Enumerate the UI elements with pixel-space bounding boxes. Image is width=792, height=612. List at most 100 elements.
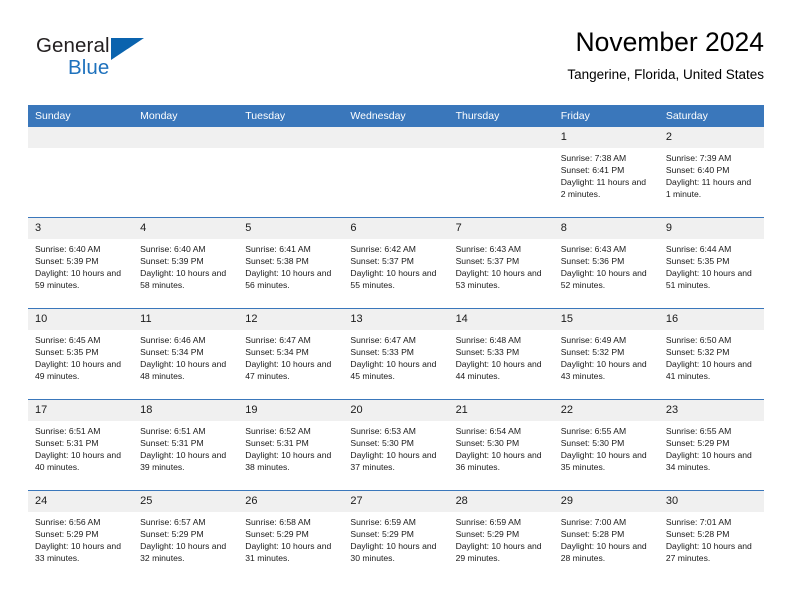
- day-number: [28, 127, 134, 148]
- day-number: 2: [658, 127, 764, 148]
- general-blue-logo[interactable]: General Blue: [36, 34, 216, 86]
- day-details: Sunrise: 6:59 AM Sunset: 5:29 PM Daylight:…: [343, 512, 448, 564]
- day-details: Sunrise: 6:56 AM Sunset: 5:29 PM Daylight:…: [28, 512, 133, 564]
- day-number: 17: [28, 400, 134, 421]
- sunset-text: Sunset: 5:30 PM: [455, 438, 520, 449]
- sunrise-text: Sunrise: 6:56 AM: [35, 517, 101, 527]
- calendar-day-cell[interactable]: 8 Sunrise: 6:43 AM Sunset: 5:36 PM Daylight…: [553, 217, 659, 309]
- sunrise-text: Sunrise: 6:58 AM: [245, 517, 311, 527]
- calendar-day-cell[interactable]: 17 Sunrise: 6:51 AM Sunset: 5:31 PM Dayligh…: [28, 399, 134, 491]
- calendar-day-cell[interactable]: 14 Sunrise: 6:48 AM Sunset: 5:33 PM Dayligh…: [448, 308, 554, 400]
- daylight-text: Daylight: 10 hours and 37 minutes.: [350, 450, 437, 473]
- calendar-day-cell[interactable]: 13 Sunrise: 6:47 AM Sunset: 5:33 PM Dayligh…: [343, 308, 449, 400]
- logo-text-general: General: [36, 34, 110, 57]
- calendar-page: General Blue November 2024 Tangerine, Fl…: [0, 0, 792, 612]
- sunset-text: Sunset: 5:38 PM: [245, 256, 309, 267]
- day-details: Sunrise: 6:46 AM Sunset: 5:34 PM Daylight:…: [133, 330, 238, 382]
- sunrise-text: Sunrise: 6:47 AM: [350, 335, 416, 345]
- calendar-day-cell-empty: [133, 127, 239, 218]
- daylight-text: Daylight: 10 hours and 55 minutes.: [350, 268, 437, 291]
- calendar-week-row: 24 Sunrise: 6:56 AM Sunset: 5:29 PM Dayligh…: [28, 490, 764, 581]
- calendar-day-cell[interactable]: 11 Sunrise: 6:46 AM Sunset: 5:34 PM Dayligh…: [133, 308, 239, 400]
- calendar-day-cell-empty: [343, 127, 449, 218]
- day-number: 19: [238, 400, 344, 421]
- calendar-day-cell[interactable]: 2 Sunrise: 7:39 AM Sunset: 6:40 PM Daylight…: [658, 127, 764, 218]
- calendar-day-cell[interactable]: 16 Sunrise: 6:50 AM Sunset: 5:32 PM Dayligh…: [658, 308, 764, 400]
- calendar-day-cell[interactable]: 21 Sunrise: 6:54 AM Sunset: 5:30 PM Dayligh…: [448, 399, 554, 491]
- calendar-day-cell[interactable]: 25 Sunrise: 6:57 AM Sunset: 5:29 PM Dayligh…: [133, 490, 239, 581]
- page-header: General Blue November 2024 Tangerine, Fl…: [28, 26, 764, 98]
- day-number: 20: [343, 400, 449, 421]
- calendar-day-cell[interactable]: 23 Sunrise: 6:55 AM Sunset: 5:29 PM Dayligh…: [658, 399, 764, 491]
- day-number: 15: [553, 309, 659, 330]
- day-number: 24: [28, 491, 134, 512]
- daylight-text: Daylight: 10 hours and 34 minutes.: [665, 450, 752, 473]
- calendar-day-cell[interactable]: 24 Sunrise: 6:56 AM Sunset: 5:29 PM Dayligh…: [28, 490, 134, 581]
- calendar-day-cell[interactable]: 5 Sunrise: 6:41 AM Sunset: 5:38 PM Daylight…: [238, 217, 344, 309]
- sunrise-text: Sunrise: 6:51 AM: [140, 426, 206, 436]
- sunset-text: Sunset: 5:32 PM: [665, 347, 730, 358]
- calendar-day-cell[interactable]: 4 Sunrise: 6:40 AM Sunset: 5:39 PM Daylight…: [133, 217, 239, 309]
- calendar-day-cell[interactable]: 28 Sunrise: 6:59 AM Sunset: 5:29 PM Dayligh…: [448, 490, 554, 581]
- sunrise-text: Sunrise: 6:54 AM: [455, 426, 522, 436]
- sunrise-text: Sunrise: 6:40 AM: [35, 244, 101, 254]
- weekday-header-friday: Friday: [553, 105, 659, 127]
- sunset-text: Sunset: 6:41 PM: [560, 165, 625, 176]
- calendar-day-cell-empty: [448, 127, 554, 218]
- sunrise-text: Sunrise: 6:59 AM: [350, 517, 416, 527]
- daylight-text: Daylight: 10 hours and 36 minutes.: [455, 450, 542, 473]
- calendar-day-cell[interactable]: 27 Sunrise: 6:59 AM Sunset: 5:29 PM Dayligh…: [343, 490, 449, 581]
- day-details: Sunrise: 6:40 AM Sunset: 5:39 PM Daylight:…: [133, 239, 238, 291]
- sunset-text: Sunset: 5:32 PM: [560, 347, 625, 358]
- day-number: [238, 127, 344, 148]
- calendar-day-cell[interactable]: 18 Sunrise: 6:51 AM Sunset: 5:31 PM Dayligh…: [133, 399, 239, 491]
- day-details: Sunrise: 6:55 AM Sunset: 5:30 PM Daylight:…: [554, 421, 659, 473]
- daylight-text: Daylight: 10 hours and 30 minutes.: [350, 541, 437, 564]
- calendar-day-cell[interactable]: 10 Sunrise: 6:45 AM Sunset: 5:35 PM Dayligh…: [28, 308, 134, 400]
- daylight-text: Daylight: 10 hours and 27 minutes.: [665, 541, 752, 564]
- daylight-text: Daylight: 10 hours and 39 minutes.: [140, 450, 227, 473]
- sunrise-text: Sunrise: 6:46 AM: [140, 335, 206, 345]
- day-number: [448, 127, 554, 148]
- calendar-day-cell[interactable]: 9 Sunrise: 6:44 AM Sunset: 5:35 PM Daylight…: [658, 217, 764, 309]
- day-number: 6: [343, 218, 449, 239]
- calendar-day-cell[interactable]: 12 Sunrise: 6:47 AM Sunset: 5:34 PM Dayligh…: [238, 308, 344, 400]
- calendar-week-row: 3 Sunrise: 6:40 AM Sunset: 5:39 PM Daylight…: [28, 217, 764, 309]
- calendar-day-cell[interactable]: 20 Sunrise: 6:53 AM Sunset: 5:30 PM Dayligh…: [343, 399, 449, 491]
- sunrise-text: Sunrise: 6:40 AM: [140, 244, 206, 254]
- daylight-text: Daylight: 10 hours and 48 minutes.: [140, 359, 227, 382]
- calendar-day-cell[interactable]: 1 Sunrise: 7:38 AM Sunset: 6:41 PM Daylight…: [553, 127, 659, 218]
- calendar-day-cell[interactable]: 26 Sunrise: 6:58 AM Sunset: 5:29 PM Dayligh…: [238, 490, 344, 581]
- calendar-day-cell[interactable]: 30 Sunrise: 7:01 AM Sunset: 5:28 PM Dayligh…: [658, 490, 764, 581]
- calendar-day-cell[interactable]: 15 Sunrise: 6:49 AM Sunset: 5:32 PM Dayligh…: [553, 308, 659, 400]
- weekday-header-saturday: Saturday: [658, 105, 764, 127]
- calendar-header-row: Sunday Monday Tuesday Wednesday Thursday…: [28, 105, 764, 127]
- day-number: 13: [343, 309, 449, 330]
- sunset-text: Sunset: 5:34 PM: [140, 347, 204, 358]
- day-details: Sunrise: 6:42 AM Sunset: 5:37 PM Daylight:…: [343, 239, 448, 291]
- daylight-text: Daylight: 11 hours and 1 minute.: [665, 177, 752, 200]
- calendar-day-cell[interactable]: 22 Sunrise: 6:55 AM Sunset: 5:30 PM Dayligh…: [553, 399, 659, 491]
- sunset-text: Sunset: 5:30 PM: [350, 438, 414, 449]
- day-number: [133, 127, 239, 148]
- calendar-day-cell[interactable]: 6 Sunrise: 6:42 AM Sunset: 5:37 PM Daylight…: [343, 217, 449, 309]
- sunrise-text: Sunrise: 6:43 AM: [455, 244, 522, 254]
- day-number: 30: [658, 491, 764, 512]
- daylight-text: Daylight: 10 hours and 44 minutes.: [455, 359, 542, 382]
- calendar-day-cell[interactable]: 3 Sunrise: 6:40 AM Sunset: 5:39 PM Daylight…: [28, 217, 134, 309]
- sunset-text: Sunset: 5:31 PM: [35, 438, 99, 449]
- day-details: Sunrise: 6:54 AM Sunset: 5:30 PM Daylight:…: [449, 421, 554, 473]
- day-number: 10: [28, 309, 134, 330]
- calendar-day-cell[interactable]: 29 Sunrise: 7:00 AM Sunset: 5:28 PM Dayligh…: [553, 490, 659, 581]
- day-details: Sunrise: 6:58 AM Sunset: 5:29 PM Daylight:…: [238, 512, 343, 564]
- sunset-text: Sunset: 5:35 PM: [665, 256, 730, 267]
- sunset-text: Sunset: 5:33 PM: [350, 347, 414, 358]
- daylight-text: Daylight: 10 hours and 28 minutes.: [560, 541, 647, 564]
- calendar-day-cell[interactable]: 7 Sunrise: 6:43 AM Sunset: 5:37 PM Daylight…: [448, 217, 554, 309]
- sunset-text: Sunset: 5:34 PM: [245, 347, 309, 358]
- calendar-day-cell[interactable]: 19 Sunrise: 6:52 AM Sunset: 5:31 PM Dayligh…: [238, 399, 344, 491]
- daylight-text: Daylight: 11 hours and 2 minutes.: [560, 177, 647, 200]
- sunrise-text: Sunrise: 6:48 AM: [455, 335, 522, 345]
- daylight-text: Daylight: 10 hours and 58 minutes.: [140, 268, 227, 291]
- sunrise-text: Sunrise: 6:57 AM: [140, 517, 206, 527]
